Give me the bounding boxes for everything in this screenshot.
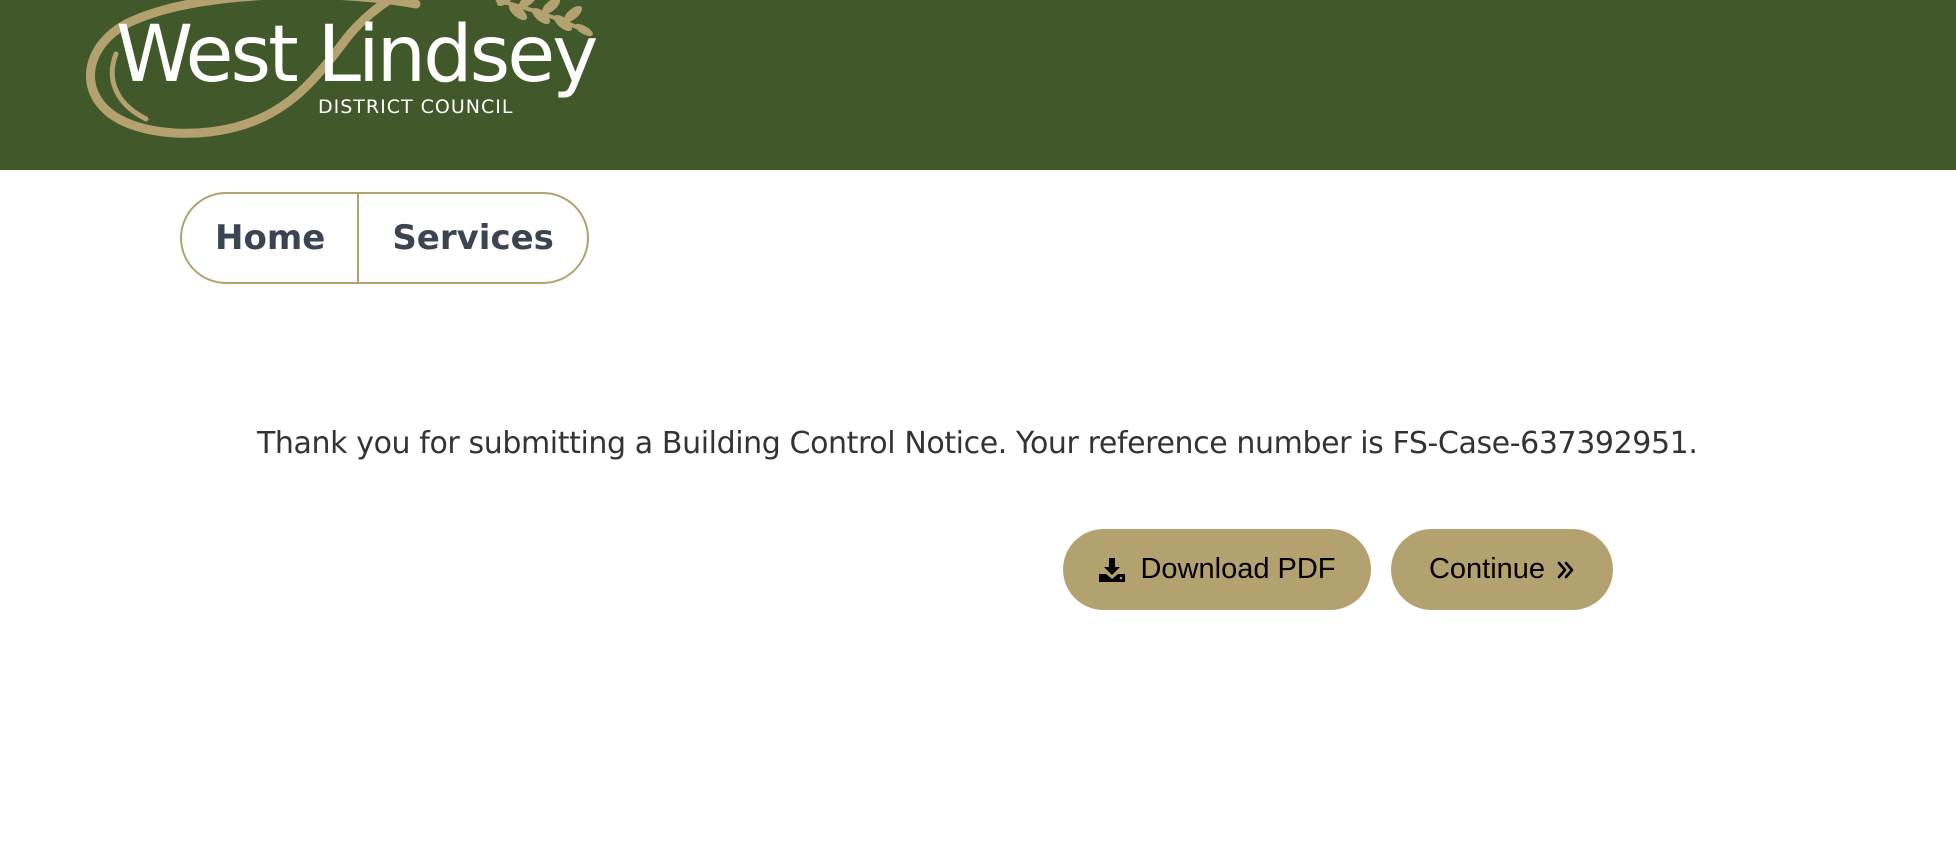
confirmation-message: Thank you for submitting a Building Cont… bbox=[257, 426, 1698, 461]
continue-label: Continue bbox=[1428, 553, 1546, 585]
nav-home-link[interactable]: Home bbox=[182, 194, 357, 282]
nav-services-link[interactable]: Services bbox=[359, 194, 587, 282]
logo-subtitle: DISTRICT COUNCIL bbox=[318, 96, 514, 118]
download-icon bbox=[1098, 557, 1126, 583]
breadcrumb-nav: Home Services bbox=[180, 192, 589, 284]
site-header: West Lindsey DISTRICT COUNCIL bbox=[0, 0, 1956, 170]
double-chevron-right-icon bbox=[1557, 560, 1575, 580]
download-pdf-button[interactable]: Download PDF bbox=[1063, 529, 1371, 610]
continue-button[interactable]: Continue bbox=[1391, 529, 1613, 610]
logo-wordmark: West Lindsey bbox=[116, 10, 598, 100]
council-logo[interactable]: West Lindsey DISTRICT COUNCIL bbox=[86, 0, 606, 144]
download-pdf-label: Download PDF bbox=[1140, 553, 1336, 585]
